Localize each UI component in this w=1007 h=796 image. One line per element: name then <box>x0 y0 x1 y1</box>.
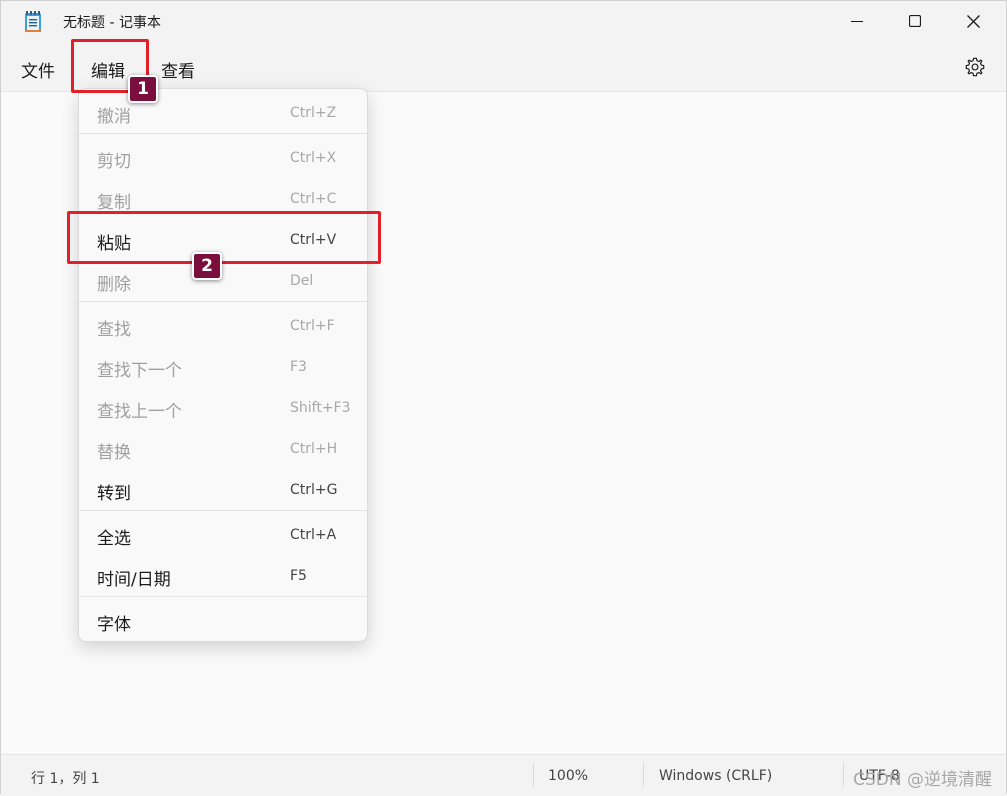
status-divider <box>643 763 644 787</box>
status-divider <box>843 763 844 787</box>
watermark-text: CSDN @逆境清醒 <box>853 770 992 790</box>
status-line-ending: Windows (CRLF) <box>659 768 773 784</box>
menu-item-shortcut: Ctrl+G <box>290 482 338 498</box>
maximize-button[interactable] <box>886 1 944 41</box>
menu-file[interactable]: 文件 <box>21 57 55 82</box>
menu-item-label: 查找上一个 <box>97 402 182 422</box>
menu-item-shortcut: Shift+F3 <box>290 400 351 416</box>
menu-item-label: 转到 <box>97 484 131 504</box>
status-cursor-position: 行 1，列 1 <box>31 771 100 787</box>
menu-item-label: 查找 <box>97 320 131 340</box>
title-bar: 无标题 - 记事本 <box>1 1 1006 41</box>
menu-item-label: 全选 <box>97 529 131 549</box>
menu-item-shortcut: Del <box>290 273 314 289</box>
status-bar: 行 1，列 1 100% Windows (CRLF) UTF-8 CSDN @… <box>1 754 1006 796</box>
menu-separator <box>79 596 367 597</box>
menu-item-shortcut: F3 <box>290 359 307 375</box>
menu-item-select-all[interactable]: 全选 Ctrl+A <box>79 515 367 553</box>
maximize-icon <box>909 15 921 27</box>
menu-item-find-previous[interactable]: 查找上一个 Shift+F3 <box>79 388 367 426</box>
highlight-box-paste <box>67 211 381 264</box>
menu-item-replace[interactable]: 替换 Ctrl+H <box>79 429 367 467</box>
step-badge-1: 1 <box>128 75 158 103</box>
menu-item-label: 字体 <box>97 615 131 635</box>
notepad-app-icon <box>25 11 41 32</box>
menu-item-shortcut: F5 <box>290 568 307 584</box>
menu-item-label: 查找下一个 <box>97 361 182 381</box>
menu-view[interactable]: 查看 <box>161 57 195 82</box>
menu-item-find[interactable]: 查找 Ctrl+F <box>79 306 367 344</box>
minimize-button[interactable] <box>828 1 886 41</box>
menu-item-find-next[interactable]: 查找下一个 F3 <box>79 347 367 385</box>
status-zoom: 100% <box>548 768 589 784</box>
menu-item-label: 复制 <box>97 193 131 213</box>
menu-separator <box>79 133 367 134</box>
menu-item-shortcut: Ctrl+H <box>290 441 338 457</box>
settings-gear-icon[interactable] <box>964 56 986 78</box>
menu-item-font[interactable]: 字体 <box>79 601 367 639</box>
step-badge-2: 2 <box>192 252 222 280</box>
menu-item-label: 删除 <box>97 275 131 295</box>
window-title: 无标题 - 记事本 <box>63 15 161 31</box>
menu-item-label: 剪切 <box>97 152 131 172</box>
menu-item-goto[interactable]: 转到 Ctrl+G <box>79 470 367 508</box>
menu-item-shortcut: Ctrl+C <box>290 191 337 207</box>
minimize-icon <box>851 21 863 22</box>
menu-item-label: 替换 <box>97 443 131 463</box>
menu-separator <box>79 301 367 302</box>
menu-separator <box>79 510 367 511</box>
menu-item-shortcut: Ctrl+F <box>290 318 335 334</box>
edit-menu-dropdown: 撤消 Ctrl+Z 剪切 Ctrl+X 复制 Ctrl+C 粘贴 Ctrl+V … <box>78 88 368 642</box>
close-icon <box>966 14 980 28</box>
menu-item-shortcut: Ctrl+Z <box>290 105 337 121</box>
menu-item-shortcut: Ctrl+X <box>290 150 337 166</box>
menu-item-label: 撤消 <box>97 107 131 127</box>
close-button[interactable] <box>944 1 1002 41</box>
status-divider <box>533 763 534 787</box>
menu-item-shortcut: Ctrl+A <box>290 527 337 543</box>
menu-item-time-date[interactable]: 时间/日期 F5 <box>79 556 367 594</box>
menu-item-delete[interactable]: 删除 Del <box>79 261 367 299</box>
menu-item-cut[interactable]: 剪切 Ctrl+X <box>79 138 367 176</box>
menu-item-undo[interactable]: 撤消 Ctrl+Z <box>79 93 367 131</box>
menu-item-label: 时间/日期 <box>97 570 171 590</box>
